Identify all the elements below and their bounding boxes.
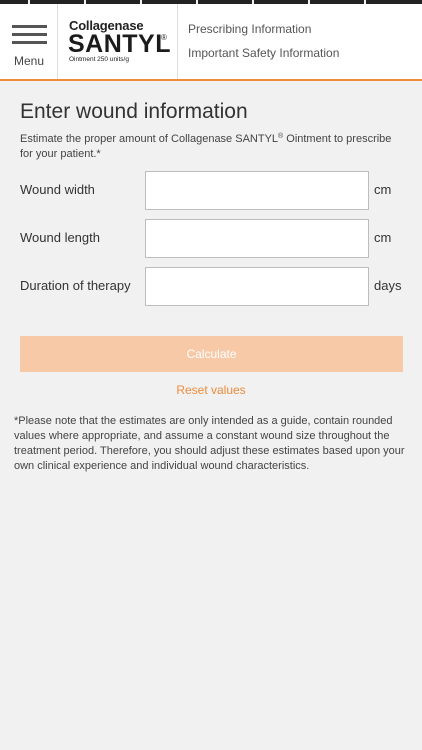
intro-text: Estimate the proper amount of Collagenas… — [20, 133, 392, 160]
brand-registered-mark: ® — [161, 33, 167, 42]
prescribing-information-link[interactable]: Prescribing Information — [188, 22, 311, 36]
wound-width-row: Wound width cm — [20, 171, 410, 211]
app-header: Menu Collagenase SANTYL ® Ointment 250 u… — [0, 4, 422, 81]
duration-label: Duration of therapy — [20, 278, 131, 293]
footnote-text: *Please note that the estimates are only… — [14, 415, 405, 472]
wound-length-input[interactable] — [145, 219, 369, 258]
wound-length-label: Wound length — [20, 230, 100, 245]
wound-width-label: Wound width — [20, 182, 95, 197]
brand-main-text: SANTYL — [68, 30, 171, 58]
wound-width-unit: cm — [374, 182, 392, 197]
brand-sub-text: Ointment 250 units/g — [69, 56, 129, 63]
menu-label: Menu — [13, 54, 45, 68]
reset-values-link[interactable]: Reset values — [0, 383, 422, 397]
wound-width-input[interactable] — [145, 171, 369, 210]
calculate-button[interactable]: Calculate — [20, 336, 403, 372]
brand-logo: Collagenase SANTYL ® Ointment 250 units/… — [58, 4, 178, 79]
wound-length-row: Wound length cm — [20, 219, 410, 259]
hamburger-icon — [12, 25, 47, 45]
page-title: Enter wound information — [20, 100, 248, 123]
menu-button[interactable]: Menu — [0, 4, 58, 79]
important-safety-information-link[interactable]: Important Safety Information — [188, 46, 339, 60]
wound-length-unit: cm — [374, 230, 392, 245]
duration-row: Duration of therapy days — [20, 267, 410, 307]
duration-input[interactable] — [145, 267, 369, 306]
duration-unit: days — [374, 278, 402, 293]
